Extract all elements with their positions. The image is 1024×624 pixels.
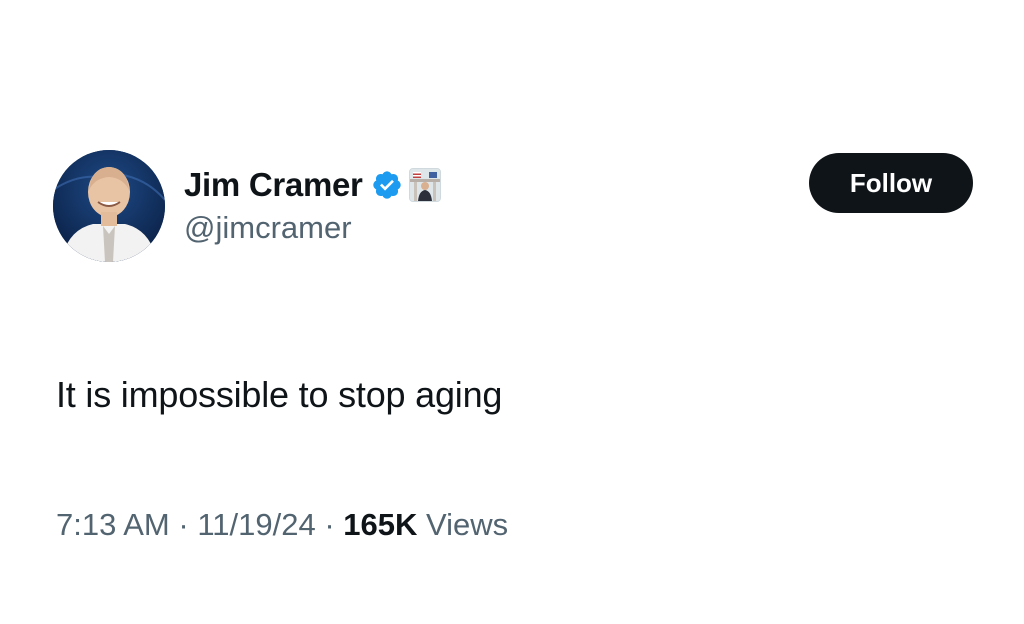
author-names: Jim Cramer @jimcramer — [184, 164, 441, 246]
avatar[interactable] — [53, 150, 165, 262]
post-time[interactable]: 7:13 AM — [56, 507, 170, 542]
tweet-card: Jim Cramer @jimcramer Follow It is impos… — [0, 0, 1024, 624]
tweet-meta: 7:13 AM · 11/19/24 · 165K Views — [56, 507, 508, 543]
author-handle[interactable]: @jimcramer — [184, 210, 441, 246]
post-date[interactable]: 11/19/24 — [197, 507, 315, 542]
follow-button[interactable]: Follow — [809, 153, 973, 213]
affiliate-badge-image — [409, 169, 440, 201]
avatar-image — [53, 150, 165, 262]
tweet-header: Jim Cramer @jimcramer Follow — [53, 150, 973, 264]
meta-separator: · — [178, 507, 189, 542]
views-count[interactable]: 165K — [343, 507, 417, 542]
meta-separator: · — [324, 507, 335, 542]
name-row: Jim Cramer — [184, 164, 441, 206]
affiliate-badge-icon[interactable] — [408, 168, 441, 202]
tweet-text: It is impossible to stop aging — [56, 374, 503, 415]
display-name[interactable]: Jim Cramer — [184, 166, 363, 204]
views-label: Views — [426, 507, 509, 542]
verified-badge-icon[interactable] — [371, 169, 403, 201]
